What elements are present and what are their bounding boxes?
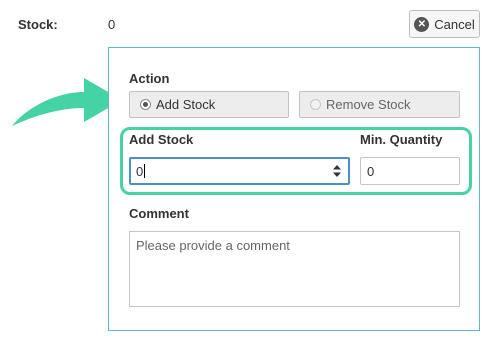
spinner-arrows-icon[interactable]: [332, 164, 342, 178]
pointer-arrow-icon: [12, 78, 122, 126]
comment-label: Comment: [129, 206, 189, 221]
close-icon: ✕: [414, 16, 430, 32]
radio-selected-icon: [140, 99, 151, 110]
radio-unselected-icon: [310, 99, 321, 110]
min-quantity-label: Min. Quantity: [360, 132, 443, 147]
min-quantity-input-value: 0: [367, 163, 375, 179]
remove-stock-option[interactable]: Remove Stock: [299, 91, 460, 118]
add-stock-option[interactable]: Add Stock: [129, 91, 289, 118]
cancel-button[interactable]: ✕ Cancel: [409, 10, 480, 38]
stock-label: Stock:: [18, 17, 58, 32]
add-stock-label: Add Stock: [129, 132, 194, 147]
add-stock-input-value: 0: [136, 163, 144, 179]
add-stock-input[interactable]: 0: [129, 157, 350, 185]
comment-placeholder: Please provide a comment: [136, 238, 290, 253]
stock-value: 0: [108, 17, 116, 32]
comment-textarea[interactable]: Please provide a comment: [129, 231, 460, 307]
add-stock-option-label: Add Stock: [156, 97, 216, 112]
min-quantity-input[interactable]: 0: [360, 157, 460, 185]
remove-stock-option-label: Remove Stock: [326, 97, 411, 112]
cancel-button-label: Cancel: [434, 16, 475, 32]
adjust-stock-panel: Action Add Stock Remove Stock Add Stock …: [108, 47, 480, 331]
action-label: Action: [129, 71, 170, 86]
